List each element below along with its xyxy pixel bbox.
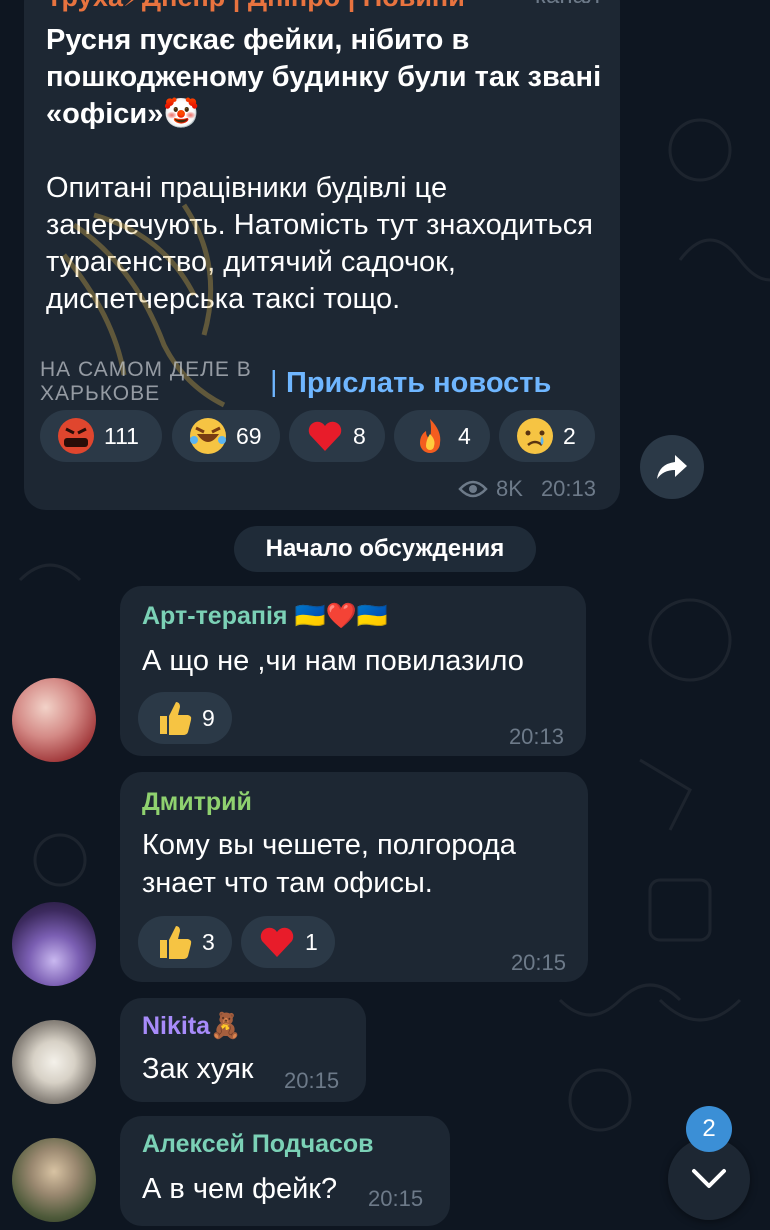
post-headline: Русня пускає фейки, нібито в пошкодженом… (46, 24, 602, 130)
message-author[interactable]: Nikita🧸 (142, 1012, 241, 1041)
red-heart-icon (308, 421, 342, 451)
unread-count-badge: 2 (686, 1106, 732, 1152)
message-bubble: Алексей Подчасов А в чем фейк? 20:15 (120, 1116, 450, 1226)
eye-icon (458, 480, 488, 498)
message-bubble: Арт-терапія 🇺🇦❤️🇺🇦 А що не ,чи нам повил… (120, 586, 586, 756)
channel-type-label: канал (535, 0, 600, 10)
discussion-start-label: Начало обсуждения (234, 526, 536, 572)
reaction-rofl[interactable]: 69 (172, 410, 280, 462)
thumbs-up-icon (160, 702, 192, 735)
avatar[interactable] (12, 902, 96, 986)
channel-name[interactable]: Труха⚡Днепр | Дніпро | Новини (46, 0, 465, 12)
message-text: Зак хуяк (142, 1053, 254, 1085)
message-time: 20:15 (510, 950, 566, 975)
red-heart-icon (260, 927, 294, 957)
message-text: А що не ,чи нам повилазило (142, 645, 524, 677)
channel-post-bubble: Труха⚡Днепр | Дніпро | Новини канал Русн… (24, 0, 620, 510)
crying-face-icon (517, 418, 553, 454)
reaction-angry[interactable]: 111 (40, 410, 162, 462)
avatar[interactable] (12, 1020, 96, 1104)
post-header: Труха⚡Днепр | Дніпро | Новини канал (46, 0, 600, 12)
reaction-count: 2 (563, 422, 576, 449)
post-meta: 8K 20:13 (458, 476, 596, 502)
post-time: 20:13 (540, 476, 596, 501)
views-count: 8K (496, 476, 523, 501)
message-text: А в чем фейк? (142, 1173, 338, 1205)
message-time: 20:15 (368, 1186, 424, 1211)
avatar[interactable] (12, 1138, 96, 1222)
reaction-fire[interactable]: 4 (394, 410, 490, 462)
fire-icon (420, 419, 441, 453)
link-separator: | (270, 366, 278, 398)
angry-face-icon (58, 418, 94, 454)
message-bubble: Дмитрий Кому вы чешете, полгорода знает … (120, 772, 588, 982)
share-arrow-icon (657, 455, 687, 479)
reaction-heart[interactable]: 1 (241, 916, 335, 968)
thumbs-up-icon (160, 926, 192, 959)
reaction-cry[interactable]: 2 (499, 410, 595, 462)
reaction-count: 3 (202, 928, 215, 955)
rofl-icon (190, 418, 226, 454)
message-bubble: Nikita🧸 Зак хуяк 20:15 (120, 998, 366, 1102)
reaction-count: 4 (458, 422, 471, 449)
message-author[interactable]: Арт-терапія 🇺🇦❤️🇺🇦 (142, 602, 388, 631)
reaction-count: 69 (236, 422, 262, 449)
send-news-link[interactable]: Прислать новость (286, 367, 551, 400)
reaction-heart[interactable]: 8 (289, 410, 385, 462)
message-time: 20:13 (508, 724, 564, 749)
post-body: Опитані працівники будівлі це заперечуют… (46, 172, 593, 315)
reaction-count: 111 (104, 422, 139, 449)
message-time: 20:15 (284, 1068, 340, 1093)
reaction-count: 9 (202, 704, 215, 731)
chevron-down-icon (692, 1169, 726, 1188)
message-text: Кому вы чешете, полгорода знает что там … (142, 829, 516, 899)
watermark-text: НА САМОМ ДЕЛЕ В ХАРЬКОВЕ (40, 358, 252, 405)
reaction-count: 8 (353, 422, 366, 449)
reaction-thumbs-up[interactable]: 3 (138, 916, 232, 968)
share-button[interactable] (640, 435, 704, 499)
message-author[interactable]: Дмитрий (142, 788, 252, 817)
post-text: Русня пускає фейки, нібито в пошкодженом… (46, 22, 606, 318)
reaction-thumbs-up[interactable]: 9 (138, 692, 232, 744)
reaction-count: 1 (305, 928, 318, 955)
avatar[interactable] (12, 678, 96, 762)
message-author[interactable]: Алексей Подчасов (142, 1130, 374, 1159)
